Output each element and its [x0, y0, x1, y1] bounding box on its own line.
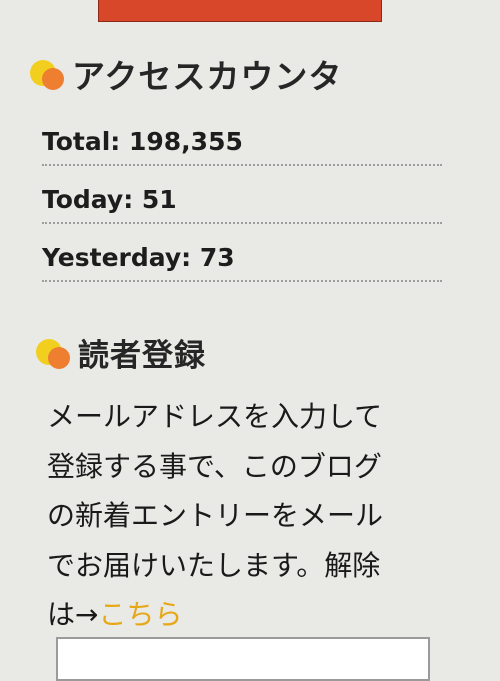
description-line: でお届けいたします。解除 — [47, 548, 381, 582]
today-counter-row: Today: 51 — [42, 176, 442, 224]
description-line: 登録する事で、このブログ — [47, 449, 382, 483]
unsubscribe-prefix: は→ — [47, 598, 99, 631]
total-counter-row: Total: 198,355 — [42, 118, 442, 166]
top-banner — [98, 0, 382, 22]
registration-description: メールアドレスを入力して 登録する事で、このブログ の新着エントリーをメール で… — [47, 392, 447, 640]
reader-registration-title: 読者登録 — [78, 338, 206, 374]
total-count: Total: 198,355 — [42, 127, 243, 156]
description-line: の新着エントリーをメール — [47, 499, 384, 532]
access-counter-heading: アクセスカウンタ — [28, 50, 342, 98]
reader-registration-heading: 読者登録 — [34, 330, 206, 375]
description-line: メールアドレスを入力して — [47, 400, 383, 433]
access-counter-title: アクセスカウンタ — [72, 57, 343, 96]
unsubscribe-link[interactable]: こちら — [98, 598, 182, 631]
today-count: Today: 51 — [42, 185, 177, 214]
unsubscribe-line: は→こちら — [47, 590, 447, 640]
yesterday-count: Yesterday: 73 — [42, 243, 235, 272]
two-dots-icon — [28, 56, 72, 92]
email-input[interactable] — [56, 637, 430, 681]
two-dots-icon — [34, 335, 78, 371]
yesterday-counter-row: Yesterday: 73 — [42, 234, 442, 282]
